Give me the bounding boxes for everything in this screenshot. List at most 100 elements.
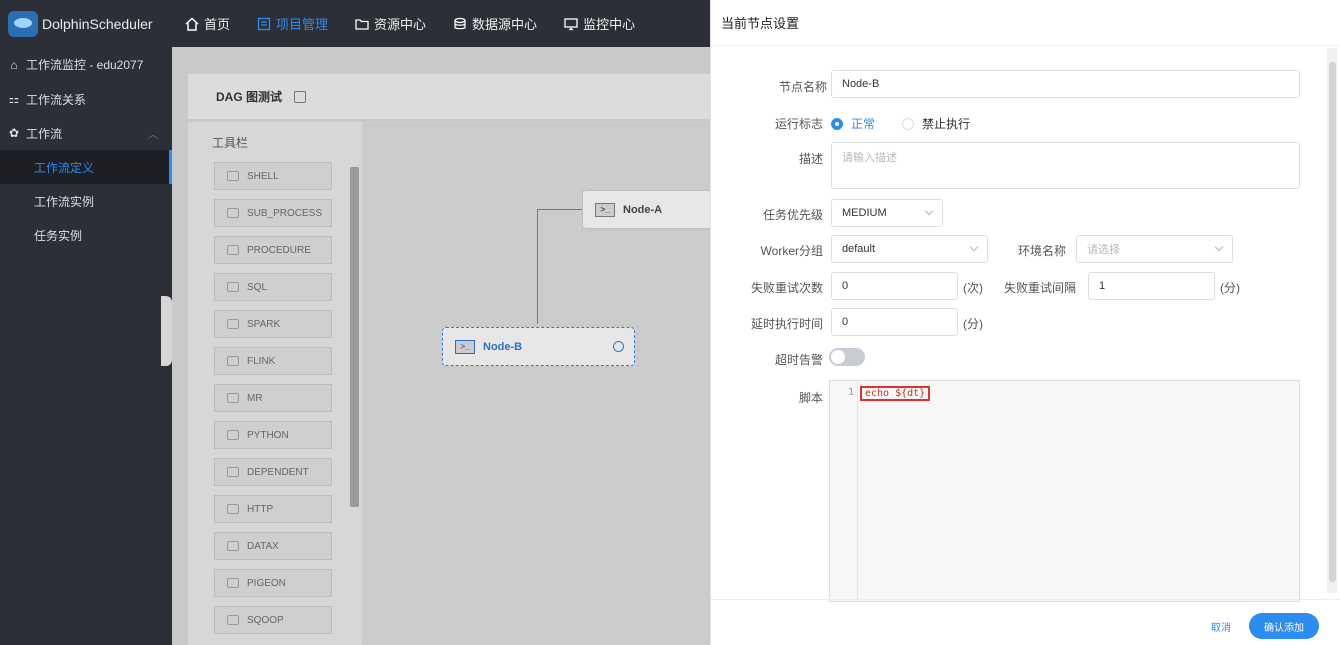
worker-group-label: Worker分组 (760, 244, 823, 258)
editor-gutter: 1 (830, 381, 858, 601)
nav-datasource[interactable]: 数据源中心 (440, 0, 551, 47)
radio-unselected-icon (902, 117, 914, 130)
copy-icon[interactable] (294, 90, 307, 103)
retry-times-unit: (次) (963, 281, 983, 295)
tool-dependent[interactable]: DEPENDENT (214, 458, 332, 486)
retry-interval-input[interactable]: 1 (1088, 272, 1215, 300)
sub-process-icon (227, 208, 239, 218)
sidebar-item-workflow-definition[interactable]: 工作流定义 (0, 150, 172, 184)
confirm-add-button[interactable]: 确认添加 (1249, 613, 1319, 639)
run-flag-forbidden-radio[interactable]: 禁止执行 (902, 115, 970, 132)
drawer-scrollbar-thumb[interactable] (1329, 62, 1336, 582)
dag-canvas[interactable]: >_ Node-A >_ Node-B (362, 122, 722, 645)
tool-sqoop[interactable]: SQOOP (214, 606, 332, 634)
tool-mr[interactable]: MR (214, 384, 332, 412)
tool-sub-process[interactable]: SUB_PROCESS (214, 199, 332, 227)
drawer-title: 当前节点设置 (711, 0, 1340, 46)
http-icon (227, 504, 239, 514)
shell-icon: >_ (595, 202, 615, 217)
cancel-button[interactable]: 取消 (1211, 619, 1231, 634)
chevron-down-icon (1214, 242, 1224, 252)
main-nav: 首页 项目管理 资源中心 数据源中心 监控中心 (172, 0, 649, 47)
worker-group-select[interactable]: default (831, 235, 988, 263)
script-editor[interactable]: 1 echo ${dt} (829, 380, 1300, 602)
sidebar-item-workflow-instance[interactable]: 工作流实例 (0, 184, 172, 218)
tool-flink[interactable]: FLINK (214, 347, 332, 375)
sidebar-header[interactable]: ⌂ 工作流监控 - edu2077 (0, 47, 172, 82)
gear-icon: ✿ (8, 126, 20, 140)
dolphin-logo-icon (8, 10, 38, 37)
tool-python[interactable]: PYTHON (214, 421, 332, 449)
node-name-label: 节点名称 (778, 80, 827, 94)
tool-pigeon[interactable]: PIGEON (214, 569, 332, 597)
tool-http[interactable]: HTTP (214, 495, 332, 523)
edge-line (537, 209, 538, 324)
shell-icon: >_ (455, 339, 475, 354)
logo[interactable]: DolphinScheduler (0, 0, 172, 47)
toolbar-scrollbar[interactable] (350, 167, 359, 507)
chevron-up-icon: ︿ (148, 129, 158, 141)
chevron-down-icon (924, 206, 934, 216)
nav-home[interactable]: 首页 (172, 0, 244, 47)
environment-label: 环境名称 (1018, 244, 1067, 258)
datax-icon (227, 541, 239, 551)
procedure-icon (227, 245, 239, 255)
drawer-footer: 取消 确认添加 (711, 599, 1340, 645)
priority-label: 任务优先级 (762, 208, 823, 222)
spark-icon (227, 319, 239, 329)
dag-workspace: DAG 图测试 工具栏 SHELL SUB_PROCESS PROCEDURE SQL… (172, 47, 722, 645)
retry-interval-unit: (分) (1220, 281, 1240, 295)
tool-sql[interactable]: SQL (214, 273, 332, 301)
retry-times-label: 失败重试次数 (750, 281, 823, 295)
tool-datax[interactable]: DATAX (214, 532, 332, 560)
run-flag-normal-radio[interactable]: 正常 (831, 115, 875, 132)
sqoop-icon (227, 615, 239, 625)
chevron-down-icon (969, 242, 979, 252)
nav-project[interactable]: 项目管理 (244, 0, 342, 47)
home-icon: ⌂ (10, 57, 18, 72)
environment-select[interactable]: 请选择 (1076, 235, 1233, 263)
script-code[interactable]: echo ${dt} (860, 386, 931, 401)
sql-icon (227, 282, 239, 292)
delay-time-label: 延时执行时间 (750, 317, 823, 331)
dependent-icon (227, 467, 239, 477)
sidebar-item-task-instance[interactable]: 任务实例 (0, 218, 172, 252)
monitor-icon (563, 16, 579, 32)
sidebar-collapse-handle[interactable] (161, 296, 172, 366)
retry-interval-label: 失败重试间隔 (1004, 281, 1077, 295)
dag-title-bar: DAG 图测试 (188, 74, 718, 119)
folder-icon (354, 16, 370, 32)
script-label: 脚本 (798, 391, 823, 405)
toolbar-title: 工具栏 (212, 135, 249, 150)
task-toolbar: 工具栏 SHELL SUB_PROCESS PROCEDURE SQL SPARK FLI… (188, 122, 362, 645)
app-name: DolphinScheduler (42, 15, 153, 32)
sidebar-item-workflow[interactable]: ✿ 工作流 ︿ (0, 116, 172, 150)
node-settings-drawer: 当前节点设置 节点名称 Node-B 运行标志 正常 禁止执行 描述 请输入描述… (710, 0, 1340, 645)
nav-monitor[interactable]: 监控中心 (551, 0, 649, 47)
pigeon-icon (227, 578, 239, 588)
top-navbar: DolphinScheduler 首页 项目管理 资源中心 数据源中心 监控中心 (0, 0, 710, 47)
dag-node-a[interactable]: >_ Node-A (582, 190, 722, 229)
run-flag-label: 运行标志 (774, 117, 823, 131)
retry-times-input[interactable]: 0 (831, 272, 958, 300)
line-number: 1 (847, 387, 854, 398)
dag-title: DAG 图测试 (216, 90, 283, 104)
dag-node-b[interactable]: >_ Node-B (442, 327, 635, 366)
priority-select[interactable]: MEDIUM (831, 199, 943, 227)
python-icon (227, 430, 239, 440)
tool-spark[interactable]: SPARK (214, 310, 332, 338)
shell-icon (227, 171, 239, 181)
flink-icon (227, 356, 239, 366)
description-textarea[interactable]: 请输入描述 (831, 142, 1300, 189)
sidebar: ⌂ 工作流监控 - edu2077 ⚏ 工作流关系 ✿ 工作流 ︿ 工作流定义 … (0, 47, 172, 645)
node-name-input[interactable]: Node-B (831, 70, 1300, 98)
tool-shell[interactable]: SHELL (214, 162, 332, 190)
timeout-alert-switch[interactable] (829, 348, 865, 366)
nav-resources[interactable]: 资源中心 (342, 0, 440, 47)
sidebar-item-workflow-relation[interactable]: ⚏ 工作流关系 (0, 82, 172, 116)
timeout-alert-label: 超时告警 (774, 353, 823, 367)
tree-icon: ⚏ (8, 92, 20, 106)
delay-time-input[interactable]: 0 (831, 308, 958, 336)
tool-procedure[interactable]: PROCEDURE (214, 236, 332, 264)
edge-line (537, 209, 582, 210)
